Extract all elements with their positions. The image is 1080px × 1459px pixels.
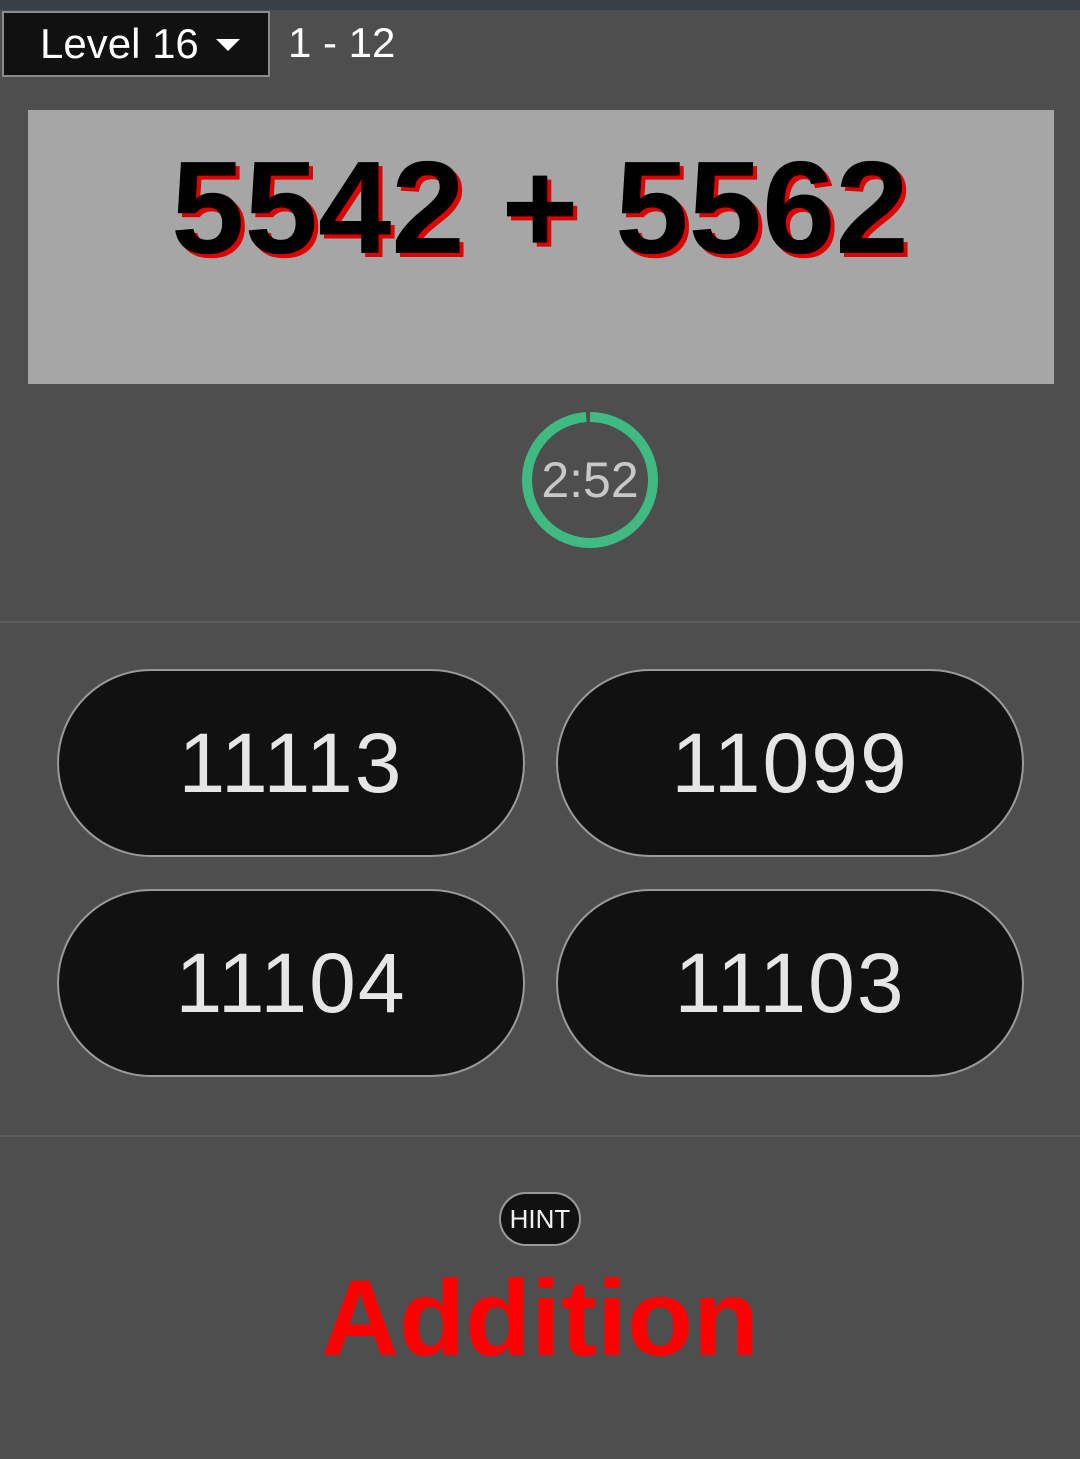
divider-top — [0, 621, 1080, 623]
level-dropdown[interactable]: Level 16 — [2, 11, 270, 77]
hint-button[interactable]: HINT — [499, 1192, 581, 1246]
operation-label: Addition — [321, 1257, 759, 1378]
divider-bottom — [0, 1135, 1080, 1137]
question-text: 5542 + 5562 — [171, 134, 909, 281]
level-dropdown-label: Level 16 — [40, 20, 199, 67]
answer-button-2[interactable]: 11099 — [556, 669, 1024, 857]
countdown-timer: 2:52 — [522, 412, 658, 548]
caret-down-icon — [216, 39, 240, 51]
answer-button-4[interactable]: 11103 — [556, 889, 1024, 1077]
answer-button-1[interactable]: 11113 — [57, 669, 525, 857]
answer-button-3[interactable]: 11104 — [57, 889, 525, 1077]
status-bar-strip — [0, 0, 1080, 10]
number-range-text: 1 - 12 — [288, 19, 396, 66]
timer-text: 2:52 — [541, 452, 639, 508]
